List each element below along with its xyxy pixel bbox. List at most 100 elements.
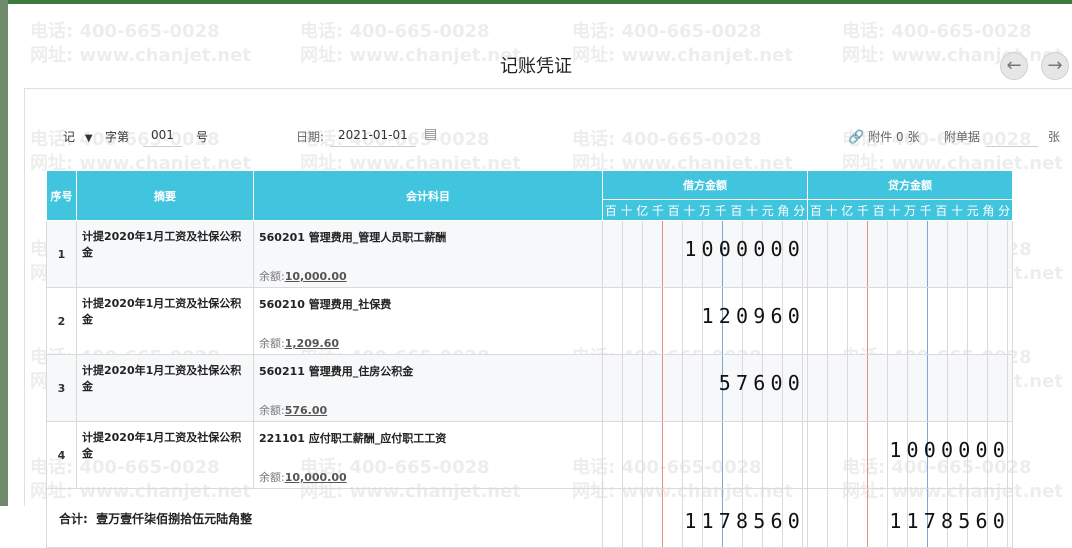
digit-label: 十: [620, 203, 633, 218]
balance-value: 10,000.00: [284, 471, 347, 484]
credit-cell[interactable]: [807, 354, 1013, 422]
voucher-type-select[interactable]: 记 ▼: [63, 128, 93, 145]
total-credit-amount: 1178560: [889, 509, 1010, 533]
row-subject[interactable]: 221101 应付职工薪酬_应付职工工资 余额:10,000.00: [253, 421, 603, 489]
date-value: 2021-01-01: [330, 128, 416, 147]
digit-label: 百: [730, 203, 743, 218]
digit-label: 千: [714, 203, 727, 218]
row-subject[interactable]: 560211 管理费用_住房公积金 余额:576.00: [253, 354, 603, 422]
digit-label: 万: [903, 203, 916, 218]
prev-voucher-button[interactable]: ←: [1000, 52, 1028, 80]
app-top-strip: [0, 0, 1072, 4]
row-summary[interactable]: 计提2020年1月工资及社保公积金: [76, 220, 254, 288]
debit-amount: 57600: [718, 371, 805, 395]
number-suffix: 号: [196, 130, 209, 144]
voucher-number-input[interactable]: 001: [143, 128, 182, 147]
col-subject: 会计科目: [253, 170, 603, 221]
debit-cell[interactable]: 1000000: [602, 220, 808, 288]
balance-value: 10,000.00: [284, 270, 347, 283]
digit-label: 百: [604, 203, 617, 218]
documents-suffix: 张: [1048, 130, 1061, 144]
paperclip-icon: 🔗: [848, 130, 865, 145]
row-subject[interactable]: 560210 管理费用_社保费 余额:1,209.60: [253, 287, 603, 355]
row-seq: 2: [46, 287, 77, 355]
digit-label: 千: [651, 203, 664, 218]
title-divider: [24, 88, 1072, 89]
voucher-type-value: 记: [63, 130, 76, 144]
voucher-table: 序号 摘要 会计科目 借方金额 贷方金额 百十亿千百十万千百十元角分 百十亿千百…: [46, 170, 1013, 548]
caret-down-icon: ▼: [84, 133, 93, 144]
debit-digits: 百十亿千百十万千百十元角分: [603, 202, 807, 219]
row-summary[interactable]: 计提2020年1月工资及社保公积金: [76, 354, 254, 422]
balance: 余额:576.00: [259, 404, 328, 417]
digit-label: 十: [825, 203, 838, 218]
watermark-text: 电话: 400-665-0028网址: www.chanjet.net: [572, 129, 793, 174]
digit-label: 百: [872, 203, 885, 218]
col-seq: 序号: [46, 170, 77, 221]
calendar-icon[interactable]: ▤: [424, 126, 437, 142]
debit-amount: 1000000: [684, 237, 805, 261]
digit-label: 分: [998, 203, 1011, 218]
row-seq: 1: [46, 220, 77, 288]
debit-cell[interactable]: [602, 421, 808, 489]
col-credit: 贷方金额: [807, 170, 1013, 200]
subject-text: 560211 管理费用_住房公积金: [259, 365, 414, 378]
documents-count-input[interactable]: [986, 128, 1038, 147]
page-title: 记账凭证: [500, 56, 572, 77]
credit-amount: 1000000: [889, 438, 1010, 462]
row-summary[interactable]: 计提2020年1月工资及社保公积金: [76, 421, 254, 489]
col-debit: 借方金额: [602, 170, 808, 200]
table-row[interactable]: 4 计提2020年1月工资及社保公积金 221101 应付职工薪酬_应付职工工资…: [46, 421, 1013, 489]
digit-label: 元: [761, 203, 774, 218]
balance: 余额:10,000.00: [259, 471, 347, 484]
voucher-number-value: 001: [143, 128, 182, 147]
digit-label: 十: [683, 203, 696, 218]
credit-digit-header: 百十亿千百十万千百十元角分: [807, 199, 1013, 221]
next-voucher-button[interactable]: →: [1041, 52, 1069, 80]
digit-label: 百: [809, 203, 822, 218]
debit-digit-header: 百十亿千百十万千百十元角分: [602, 199, 808, 221]
digit-label: 千: [919, 203, 932, 218]
digit-label: 万: [698, 203, 711, 218]
attachments-link[interactable]: 🔗 附件 0 张: [848, 128, 919, 145]
total-amount-words: 壹万壹仟柒佰捌拾伍元陆角整: [96, 511, 253, 526]
subject-text: 221101 应付职工薪酬_应付职工工资: [259, 432, 447, 445]
row-seq: 4: [46, 421, 77, 489]
credit-cell[interactable]: [807, 287, 1013, 355]
digit-label: 百: [667, 203, 680, 218]
digit-label: 角: [982, 203, 995, 218]
credit-cell[interactable]: 1000000: [807, 421, 1013, 489]
word-label: 字第: [105, 130, 130, 144]
debit-cell[interactable]: 57600: [602, 354, 808, 422]
arrow-left-icon: ←: [1006, 55, 1022, 76]
digit-label: 元: [966, 203, 979, 218]
date-input[interactable]: 2021-01-01: [330, 128, 416, 147]
col-summary: 摘要: [76, 170, 254, 221]
total-row: 合计: 壹万壹仟柒佰捌拾伍元陆角整 1178560 1178560: [46, 488, 1013, 548]
panel-border: [24, 88, 25, 506]
total-debit-amount: 1178560: [684, 509, 805, 533]
row-seq: 3: [46, 354, 77, 422]
digit-label: 亿: [636, 203, 649, 218]
digit-label: 千: [856, 203, 869, 218]
subject-text: 560201 管理费用_管理人员职工薪酬: [259, 231, 447, 244]
balance: 余额:1,209.60: [259, 337, 339, 350]
attachments-label: 附件 0 张: [868, 130, 920, 144]
table-row[interactable]: 1 计提2020年1月工资及社保公积金 560201 管理费用_管理人员职工薪酬…: [46, 220, 1013, 288]
documents-label: 附单据: [944, 130, 981, 144]
credit-cell[interactable]: [807, 220, 1013, 288]
balance-value: 1,209.60: [284, 337, 339, 350]
table-row[interactable]: 3 计提2020年1月工资及社保公积金 560211 管理费用_住房公积金 余额:…: [46, 354, 1013, 422]
balance-value: 576.00: [284, 404, 328, 417]
total-credit-cell: 1178560: [807, 488, 1013, 548]
row-subject[interactable]: 560201 管理费用_管理人员职工薪酬 余额:10,000.00: [253, 220, 603, 288]
row-summary[interactable]: 计提2020年1月工资及社保公积金: [76, 287, 254, 355]
digit-label: 百: [935, 203, 948, 218]
total-debit-cell: 1178560: [602, 488, 808, 548]
total-label: 合计:: [59, 511, 88, 526]
arrow-right-icon: →: [1047, 55, 1063, 76]
debit-cell[interactable]: 120960: [602, 287, 808, 355]
table-row[interactable]: 2 计提2020年1月工资及社保公积金 560210 管理费用_社保费 余额:1,…: [46, 287, 1013, 355]
total-label-cell: 合计: 壹万壹仟柒佰捌拾伍元陆角整: [46, 488, 603, 548]
digit-label: 角: [777, 203, 790, 218]
